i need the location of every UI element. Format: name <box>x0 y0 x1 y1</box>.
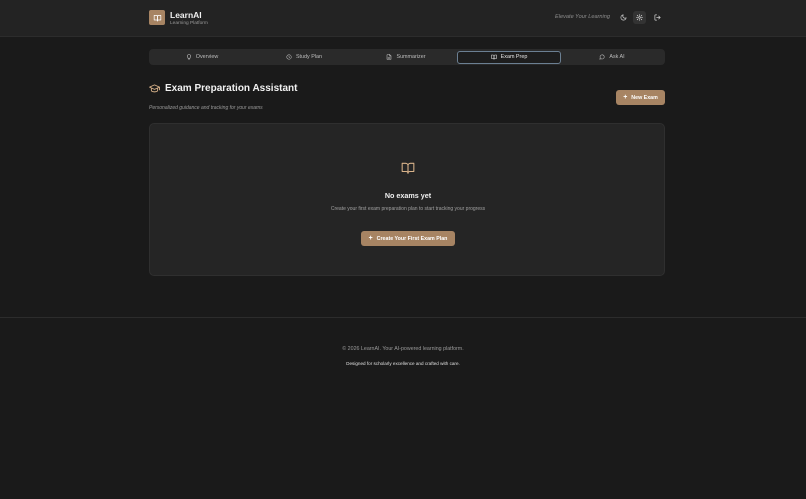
gear-icon <box>636 14 643 21</box>
chat-icon <box>599 54 605 60</box>
new-exam-label: New Exam <box>631 94 658 101</box>
theme-toggle-button[interactable] <box>617 11 630 24</box>
empty-state-title: No exams yet <box>384 191 432 200</box>
book-open-icon <box>401 162 415 174</box>
settings-button[interactable] <box>633 11 646 24</box>
empty-state-card: No exams yet Create your first exam prep… <box>149 123 665 276</box>
logout-icon <box>654 14 661 21</box>
plus-icon: + <box>368 235 373 242</box>
tab-ask-ai[interactable]: Ask AI <box>561 51 663 64</box>
tab-label: Study Plan <box>295 54 323 60</box>
document-icon <box>387 54 392 60</box>
brand-name: LearnAI <box>170 10 202 20</box>
moon-icon <box>620 14 627 21</box>
book-open-icon <box>153 14 161 21</box>
page-heading: Exam Preparation Assistant <box>149 83 297 94</box>
tab-overview[interactable]: Overview <box>151 51 253 64</box>
lightbulb-icon <box>186 54 191 60</box>
page-subtitle: Personalized guidance and tracking for y… <box>149 105 263 111</box>
empty-state-description: Create your first exam preparation plan … <box>330 206 486 212</box>
tab-label: Exam Prep <box>500 54 528 60</box>
app-header: LearnAI Learning Platform Elevate Your L… <box>0 0 806 37</box>
tab-exam-prep[interactable]: Exam Prep <box>457 50 561 64</box>
new-exam-button[interactable]: + New Exam <box>616 90 665 105</box>
clock-icon <box>286 54 292 60</box>
tab-summarizer[interactable]: Summarizer <box>355 51 457 64</box>
logout-button[interactable] <box>651 11 664 24</box>
logo[interactable] <box>149 10 165 25</box>
tab-label: Overview <box>195 54 219 60</box>
create-first-exam-label: Create Your First Exam Plan <box>376 235 448 242</box>
footer-tagline: Designed for scholarly excellence and cr… <box>346 361 460 366</box>
page-title: Exam Preparation Assistant <box>165 83 298 94</box>
header-tagline: Elevate Your Learning <box>555 14 610 20</box>
tab-label: Ask AI <box>609 54 625 60</box>
footer-divider <box>0 317 806 318</box>
create-first-exam-button[interactable]: + Create Your First Exam Plan <box>361 231 455 246</box>
tab-label: Summarizer <box>396 54 426 60</box>
brand-subtitle: Learning Platform <box>170 21 208 26</box>
plus-icon: + <box>623 94 628 101</box>
main-tabs: Overview Study Plan Summarizer Exam Prep… <box>149 49 665 65</box>
footer-copyright: © 2026 LearnAI. Your AI-powered learning… <box>342 346 464 352</box>
book-open-icon <box>490 54 497 60</box>
tab-study-plan[interactable]: Study Plan <box>253 51 355 64</box>
graduation-cap-icon <box>149 84 160 93</box>
